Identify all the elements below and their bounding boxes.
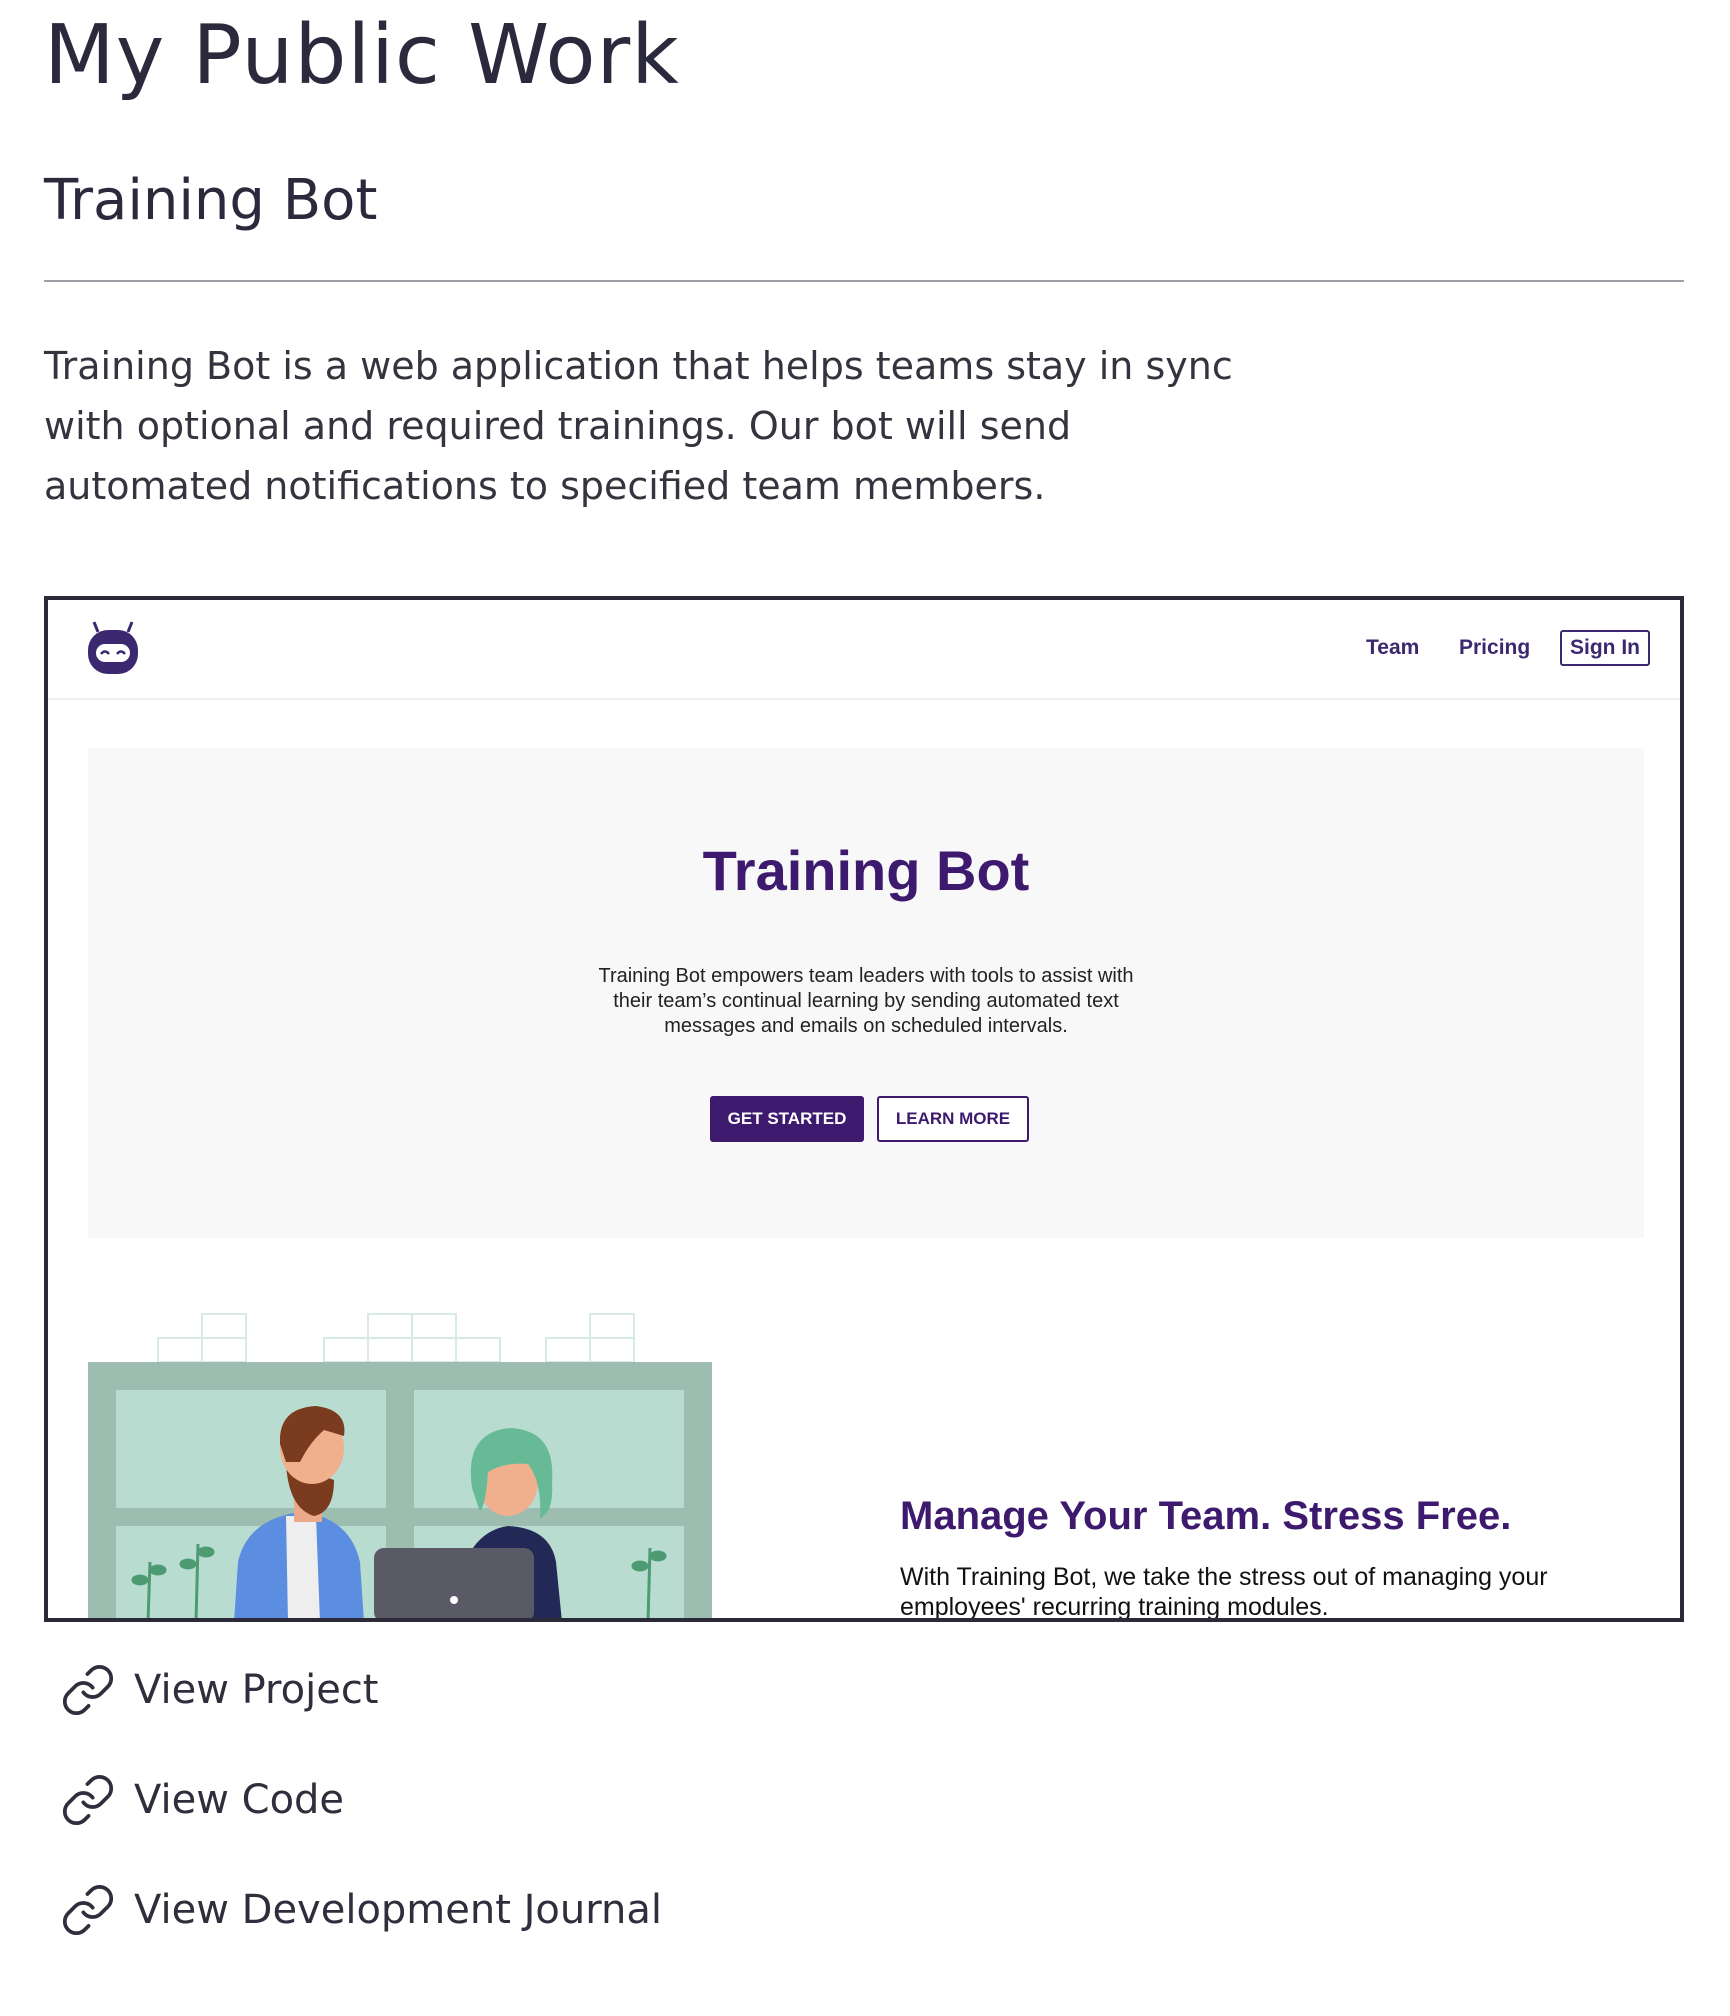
get-started-button[interactable]: GET STARTED (710, 1096, 864, 1142)
divider (44, 280, 1684, 282)
hero-title: Training Bot (702, 839, 1030, 902)
section-title: Manage Your Team. Stress Free. (900, 1494, 1512, 1538)
sign-in-button[interactable]: Sign In (1560, 630, 1650, 666)
screenshot-navbar: Team Pricing Sign In (48, 600, 1680, 700)
learn-more-button[interactable]: LEARN MORE (877, 1096, 1029, 1142)
link-icon (62, 1664, 114, 1716)
nav-link-team[interactable]: Team (1366, 636, 1419, 660)
view-project-label: View Project (134, 1667, 379, 1713)
view-code-label: View Code (134, 1777, 345, 1823)
view-project-link[interactable]: View Project (60, 1660, 662, 1720)
page-title: My Public Work (44, 8, 680, 103)
link-icon (62, 1884, 114, 1936)
nav-link-pricing[interactable]: Pricing (1459, 636, 1530, 660)
project-links: View Project View Code View Development … (60, 1660, 662, 1990)
view-code-link[interactable]: View Code (60, 1770, 662, 1830)
view-development-journal-label: View Development Journal (134, 1887, 662, 1933)
section-text: With Training Bot, we take the stress ou… (900, 1563, 1548, 1621)
link-icon (62, 1774, 114, 1826)
hero-section: Training Bot Training Bot empowers team … (88, 748, 1644, 1238)
office-team-illustration (88, 1313, 712, 1618)
project-description: Training Bot is a web application that h… (44, 344, 1233, 508)
portfolio-page: My Public Work Training Bot Training Bot… (0, 0, 1730, 2016)
hero-text: Training Bot empowers team leaders with … (598, 965, 1134, 1037)
view-development-journal-link[interactable]: View Development Journal (60, 1880, 662, 1940)
project-title: Training Bot (44, 168, 378, 233)
robot-icon (88, 621, 138, 674)
project-screenshot: Team Pricing Sign In Training Bot Traini… (44, 596, 1684, 1622)
